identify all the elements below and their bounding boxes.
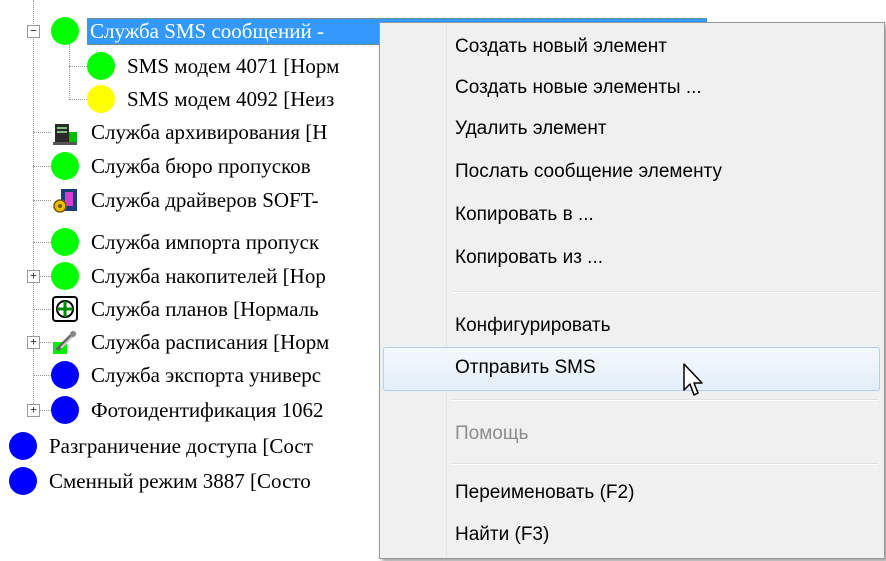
- tree-item-label: Сменный режим 3887 [Состо: [49, 469, 311, 493]
- blue-circle-icon: [51, 361, 79, 389]
- driver-service-icon: [53, 189, 77, 213]
- tree-item-label: Служба планов [Нормаль: [91, 297, 319, 321]
- expand-icon[interactable]: +: [27, 336, 40, 349]
- green-circle-icon: [51, 228, 79, 256]
- tree-item-access-control[interactable]: Разграничение доступа [Сост: [0, 429, 400, 463]
- tree-item-archive-service[interactable]: Служба архивирования [Н: [0, 115, 400, 149]
- menu-item-label: Копировать из ...: [455, 247, 604, 268]
- tree-item-universal-export-service[interactable]: Служба экспорта универс: [0, 358, 400, 392]
- tree-line: [40, 276, 51, 277]
- menu-item-label: Помощь: [455, 423, 529, 444]
- menu-separator: [452, 291, 878, 293]
- archive-service-icon: [53, 124, 77, 145]
- menu-item-rename[interactable]: Переименовать (F2): [383, 474, 880, 512]
- menu-item-create-elements[interactable]: Создать новые элементы ...: [383, 69, 880, 107]
- tree-item-schedule-service[interactable]: + Служба расписания [Норм: [0, 325, 400, 359]
- menu-item-label: Удалить элемент: [455, 118, 607, 139]
- menu-item-help: Помощь: [383, 415, 880, 453]
- context-menu[interactable]: Создать новый элемент Создать новые элем…: [379, 22, 885, 559]
- menu-item-label: Найти (F3): [455, 524, 550, 545]
- green-circle-icon: [51, 152, 79, 180]
- tree-item-sms-modem-4092[interactable]: SMS модем 4092 [Неиз: [0, 82, 400, 116]
- tree-item-driver-service[interactable]: Служба драйверов SOFT-: [0, 183, 400, 217]
- tree-item-shift-mode[interactable]: Сменный режим 3887 [Состо: [0, 464, 400, 498]
- expand-icon[interactable]: +: [27, 270, 40, 283]
- tree-line: [33, 309, 51, 310]
- tree-item-label: Служба архивирования [Н: [91, 120, 328, 144]
- menu-item-delete-element[interactable]: Удалить элемент: [383, 110, 880, 148]
- expand-icon[interactable]: +: [27, 404, 40, 417]
- tree-item-label: Служба расписания [Норм: [91, 330, 330, 354]
- blue-circle-icon: [9, 467, 37, 495]
- menu-item-label: Копировать в ...: [455, 204, 594, 225]
- plan-service-icon: [52, 296, 78, 322]
- menu-item-create-element[interactable]: Создать новый элемент: [383, 28, 880, 66]
- tree-item-pass-import-service[interactable]: Служба импорта пропуск: [0, 225, 400, 259]
- tree-item-label: Служба экспорта универс: [91, 363, 322, 387]
- green-circle-icon: [87, 52, 115, 80]
- tree-item-label: Служба бюро пропусков: [91, 154, 311, 178]
- mouse-pointer-icon: [683, 363, 703, 396]
- blue-circle-icon: [9, 432, 37, 460]
- menu-item-copy-to[interactable]: Копировать в ...: [383, 196, 880, 234]
- menu-item-label: Конфигурировать: [455, 315, 611, 336]
- tree-item-label: Разграничение доступа [Сост: [49, 434, 313, 458]
- tree-line: [33, 200, 51, 201]
- green-circle-icon: [51, 262, 79, 290]
- menu-item-label: Послать сообщение элементу: [455, 161, 722, 182]
- tree-line: [33, 166, 51, 167]
- menu-item-label: Создать новые элементы ...: [455, 77, 702, 98]
- schedule-service-icon: [53, 330, 77, 354]
- tree-item-label: Служба импорта пропуск: [91, 230, 320, 254]
- tree-item-label: Фотоидентификация 1062: [91, 398, 324, 422]
- menu-item-label: Отправить SMS: [455, 357, 596, 378]
- menu-item-find[interactable]: Найти (F3): [383, 516, 880, 554]
- blue-circle-icon: [51, 396, 79, 424]
- tree-item-storage-service[interactable]: + Служба накопителей [Нор: [0, 259, 400, 293]
- menu-item-send-sms[interactable]: Отправить SMS: [383, 347, 880, 391]
- tree-line: [33, 132, 51, 133]
- tree-item-photo-identification[interactable]: + Фотоидентификация 1062: [0, 393, 400, 427]
- tree-line: [40, 342, 51, 343]
- tree-item-label: SMS модем 4092 [Неиз: [127, 87, 335, 111]
- yellow-circle-icon: [87, 85, 115, 113]
- tree-item-label: Служба накопителей [Нор: [91, 264, 326, 288]
- tree-line: [33, 242, 51, 243]
- tree-item-sms-modem-4071[interactable]: SMS модем 4071 [Норм: [0, 49, 400, 83]
- tree-item-label: SMS модем 4071 [Норм: [127, 54, 340, 78]
- menu-item-copy-from[interactable]: Копировать из ...: [383, 239, 880, 277]
- menu-item-send-message[interactable]: Послать сообщение элементу: [383, 153, 880, 191]
- menu-item-label: Создать новый элемент: [455, 36, 667, 57]
- menu-item-label: Переименовать (F2): [455, 482, 635, 503]
- menu-item-configure[interactable]: Конфигурировать: [383, 307, 880, 345]
- tree-item-label: Служба драйверов SOFT-: [91, 188, 319, 212]
- tree-line: [33, 375, 51, 376]
- menu-separator: [452, 399, 878, 401]
- tree-line: [40, 410, 51, 411]
- green-circle-icon: [51, 17, 79, 45]
- collapse-icon[interactable]: −: [27, 25, 40, 38]
- tree-item-pass-bureau-service[interactable]: Служба бюро пропусков: [0, 149, 400, 183]
- tree-item-plans-service[interactable]: Служба планов [Нормаль: [0, 292, 400, 326]
- menu-separator: [452, 463, 878, 465]
